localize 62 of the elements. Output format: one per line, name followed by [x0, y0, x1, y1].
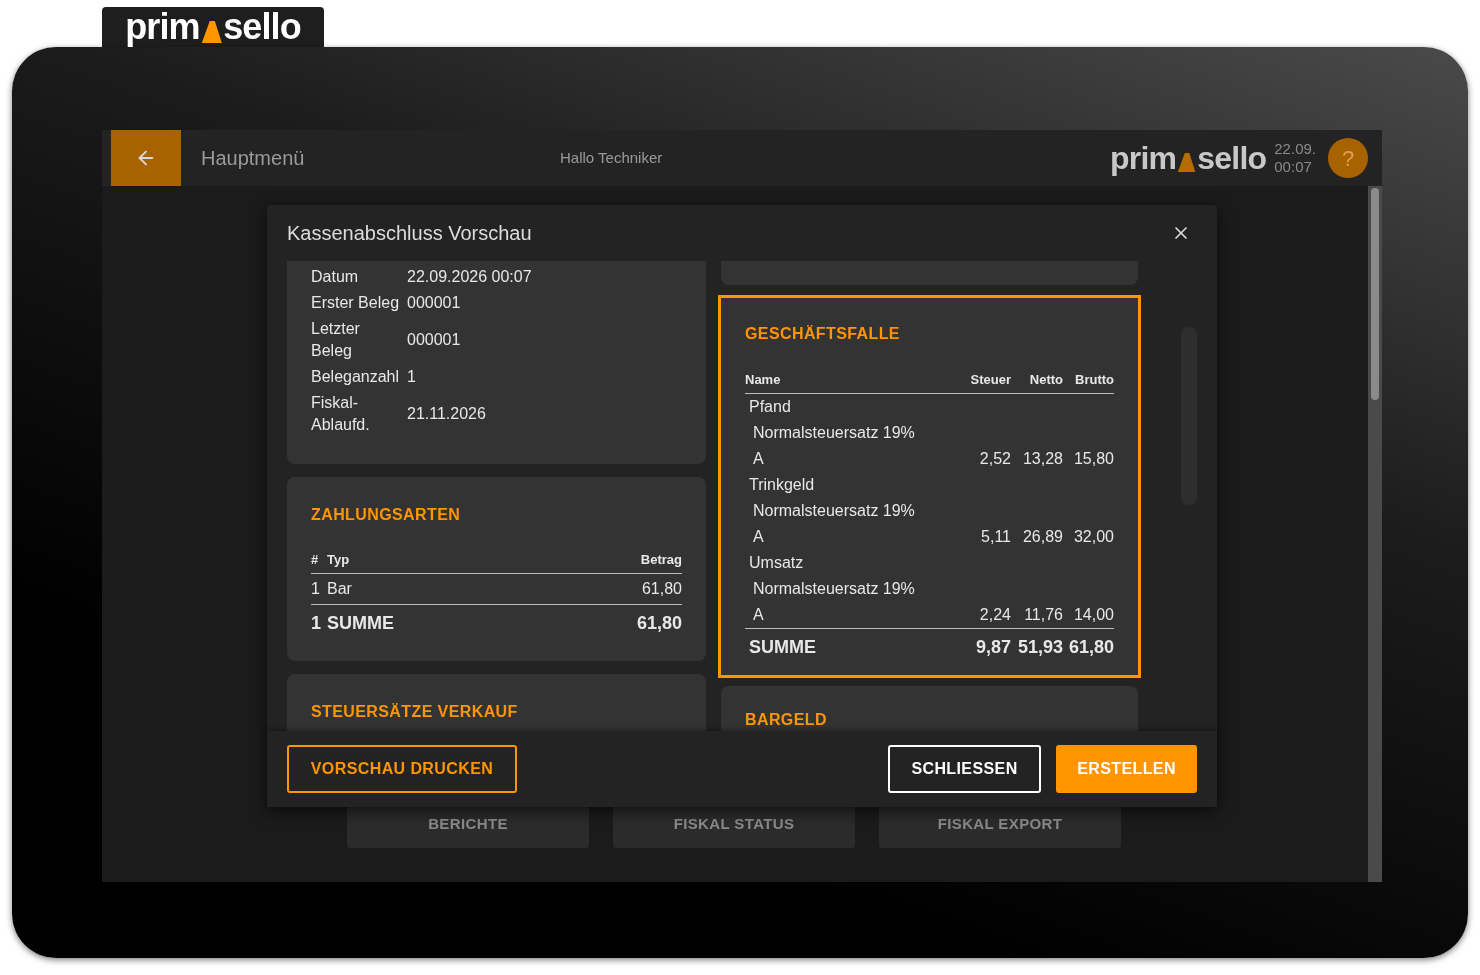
section-title: ZAHLUNGSARTEN — [311, 505, 462, 525]
greeting: Hallo Techniker — [560, 147, 663, 168]
field-label: Fiskal-Ablaufd. — [311, 393, 371, 435]
field-value: 000001 — [407, 293, 461, 313]
table-cell-text: Normalsteuersatz 19% — [752, 500, 916, 521]
column-header: # — [311, 551, 320, 569]
field-label: Datum — [311, 267, 360, 287]
column-header: Name — [745, 371, 782, 389]
field-value: 1 — [407, 367, 416, 387]
logo-mark-icon — [200, 20, 223, 44]
table-cell-text: Trinkgeld — [748, 474, 816, 495]
table-cell-text: 5,11 — [980, 526, 1011, 547]
table-cell-text: 2,24 — [978, 604, 1011, 625]
page-title: Hauptmenü — [201, 146, 306, 171]
table-cell-text: 13,28 — [1021, 448, 1063, 469]
table-cell-text: A — [752, 604, 765, 625]
date-text: 22.09. — [1274, 140, 1316, 158]
table-cell-text: 26,89 — [1021, 526, 1063, 547]
brand-logo: prim sello — [1110, 142, 1267, 174]
time-text: 00:07 — [1274, 158, 1313, 176]
column-header: Steuer — [969, 371, 1011, 389]
dialog-button[interactable]: SCHLIESSEN — [888, 745, 1041, 793]
field-value: 000001 — [407, 330, 461, 350]
dialog-button[interactable]: VORSCHAU DRUCKEN — [287, 745, 517, 793]
column-header: Betrag — [640, 551, 682, 569]
section-title: GESCHÄFTSFALLE — [745, 324, 901, 344]
table-cell-text: Normalsteuersatz 19% — [752, 578, 916, 599]
field-value: 22.09.2026 00:07 — [407, 267, 532, 287]
dialog-button[interactable]: ERSTELLEN — [1056, 745, 1197, 793]
logo-mark-icon — [1177, 152, 1197, 173]
table-cell-text: Normalsteuersatz 19% — [752, 422, 916, 443]
table-cell-text: 14,00 — [1072, 604, 1114, 625]
section-title: STEUERSÄTZE VERKAUF — [311, 701, 519, 722]
table-cell-text: Pfand — [748, 396, 792, 417]
total-cell-text: SUMME — [327, 611, 394, 635]
total-cell-text: 1 — [311, 611, 322, 635]
section-title: BARGELD — [745, 709, 828, 730]
total-cell-text: 51,93 — [1016, 635, 1063, 659]
field-label: Beleganzahl — [311, 367, 401, 387]
table-cell-text: 2,52 — [978, 448, 1011, 469]
table-cell-text: Umsatz — [748, 552, 805, 573]
field-label: Erster Beleg — [311, 293, 401, 313]
table-cell-text: A — [752, 448, 765, 469]
table-cell-text: 32,00 — [1072, 526, 1114, 547]
table-cell-text: 15,80 — [1072, 448, 1114, 469]
total-cell-text: SUMME — [748, 635, 817, 659]
total-cell-text: 61,80 — [636, 611, 682, 635]
table-cell-text: 1 — [311, 578, 321, 599]
column-header: Typ — [327, 551, 350, 569]
total-cell-text: 61,80 — [1067, 635, 1114, 659]
help-button[interactable]: ? — [1328, 138, 1368, 178]
total-cell-text: 9,87 — [974, 635, 1011, 659]
column-header: Netto — [1028, 371, 1063, 389]
field-value: 21.11.2026 — [407, 404, 486, 424]
field-label: Letzter Beleg — [311, 319, 361, 361]
table-cell-text: 61,80 — [641, 578, 682, 599]
table-cell-text: 11,76 — [1023, 604, 1063, 625]
brand-logo: prim sello — [125, 9, 301, 45]
table-cell-text: Bar — [327, 578, 352, 599]
dialog-title: Kassenabschluss Vorschau — [287, 221, 532, 246]
table-cell-text: A — [752, 526, 765, 547]
column-header: Brutto — [1074, 371, 1114, 389]
